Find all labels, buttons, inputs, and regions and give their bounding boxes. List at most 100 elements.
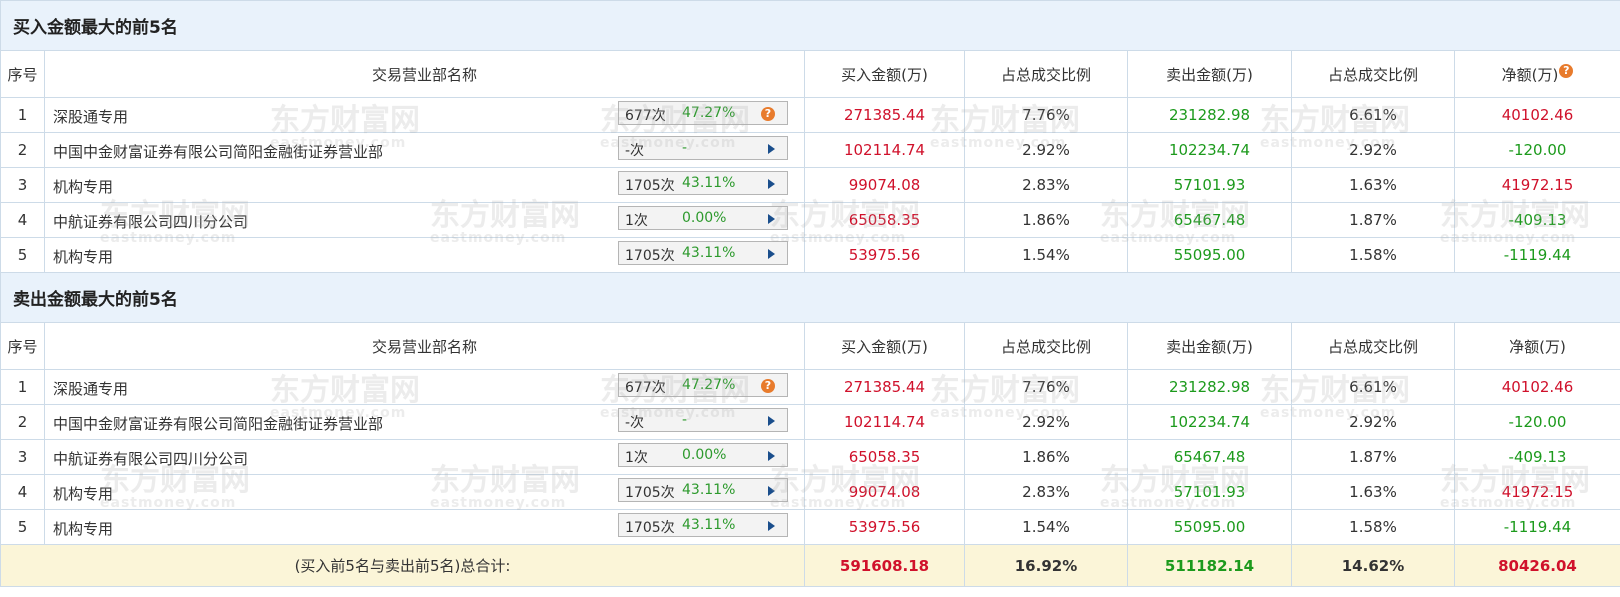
broker-stats-tag[interactable]: 1705次 43.11% [618,241,788,265]
column-header-label: 净额(万) [1509,337,1566,356]
buy-ratio: 2.92% [964,404,1128,440]
broker-name[interactable]: 机构专用 [53,483,113,504]
total-row: (买入前5名与卖出前5名)总合计: 591608.18 16.92% 511182.1… [0,544,1620,587]
broker-cell: 机构专用 1705次 43.11% [44,474,805,510]
question-icon[interactable]: ? [761,107,775,121]
column-header: 占总成交比例 [964,322,1128,370]
column-header-label: 占总成交比例 [1000,65,1091,84]
broker-win-rate: - [682,412,688,428]
broker-name[interactable]: 机构专用 [53,246,113,267]
section-header: 买入金额最大的前5名 [0,0,1620,51]
broker-stats-tag[interactable]: 1705次 43.11% [618,513,788,537]
dragon-tiger-table: 买入金额最大的前5名 序号 交易营业部名称 买入金额(万) 占总成交比例 卖出金额(万) 占… [0,0,1620,587]
sell-ratio: 6.61% [1291,369,1455,405]
broker-cell: 中航证券有限公司四川分公司 1次 0.00% [44,439,805,475]
section-header: 卖出金额最大的前5名 [0,272,1620,323]
broker-name[interactable]: 中航证券有限公司四川分公司 [53,211,248,232]
sell-ratio: 2.92% [1291,132,1455,168]
table-row: 1 深股通专用 677次 47.27%? 271385.44 7.76% 231282.98… [0,369,1620,405]
column-header-label: 净额(万) [1501,65,1559,84]
broker-name[interactable]: 深股通专用 [53,378,128,399]
arrow-right-icon[interactable] [768,144,775,154]
broker-stats-tag[interactable]: 677次 47.27%? [618,101,788,125]
sell-ratio: 1.63% [1291,167,1455,203]
broker-win-rate: 43.11% [682,245,736,261]
broker-stats-tag[interactable]: 1次 0.00% [618,206,788,230]
broker-name[interactable]: 深股通专用 [53,106,128,127]
net-amount: 41972.15 [1454,474,1620,510]
table-row: 2 中国中金财富证券有限公司简阳金融街证券营业部 -次 -102114.74 2.92%… [0,132,1620,168]
lhb-tables: 买入金额最大的前5名 序号 交易营业部名称 买入金额(万) 占总成交比例 卖出金额(万) 占… [0,0,1620,597]
buy-amount: 53975.56 [804,237,965,273]
broker-name[interactable]: 机构专用 [53,518,113,539]
broker-stats-tag[interactable]: 677次 47.27%? [618,373,788,397]
broker-win-rate: 43.11% [682,517,736,533]
broker-count: 677次 [625,108,666,124]
buy-amount: 65058.35 [804,202,965,238]
sell-amount: 231282.98 [1127,97,1292,133]
column-header-label: 卖出金额(万) [1166,65,1253,84]
broker-win-rate: 47.27% [682,377,736,393]
column-header-label: 买入金额(万) [841,65,928,84]
table-row: 5 机构专用 1705次 43.11% 53975.56 1.54% 55095.00 1.5… [0,237,1620,273]
help-icon[interactable]: ? [1559,63,1574,78]
column-header-label: 占总成交比例 [1000,337,1091,356]
net-amount: -409.13 [1454,202,1620,238]
column-header: 占总成交比例 [964,50,1128,98]
broker-count: 1705次 [625,248,675,264]
column-header-label: 占总成交比例 [1327,65,1418,84]
broker-name[interactable]: 机构专用 [53,176,113,197]
column-header-row: 序号 交易营业部名称 买入金额(万) 占总成交比例 卖出金额(万) 占总成交比例 净额(万)… [0,50,1620,98]
buy-amount: 99074.08 [804,474,965,510]
arrow-right-icon[interactable] [768,179,775,189]
column-header: 净额(万) [1454,322,1620,370]
total-sell-ratio: 14.62% [1291,544,1455,587]
section-title: 买入金额最大的前5名 [0,0,1620,51]
table-row: 2 中国中金财富证券有限公司简阳金融街证券营业部 -次 -102114.74 2.92%… [0,404,1620,440]
broker-stats-tag[interactable]: 1705次 43.11% [618,171,788,195]
broker-win-rate: 47.27% [682,105,736,121]
broker-name[interactable]: 中国中金财富证券有限公司简阳金融街证券营业部 [53,141,383,162]
net-amount: 40102.46 [1454,97,1620,133]
section-title: 卖出金额最大的前5名 [0,272,1620,323]
sell-ratio: 6.61% [1291,97,1455,133]
column-header-label: 买入金额(万) [841,337,928,356]
column-header: 净额(万)? [1454,50,1620,98]
arrow-right-icon[interactable] [768,451,775,461]
total-net: 80426.04 [1454,544,1620,587]
broker-stats-tag[interactable]: 1次 0.00% [618,443,788,467]
arrow-right-icon[interactable] [768,521,775,531]
broker-count: -次 [625,143,645,159]
sell-ratio: 1.58% [1291,237,1455,273]
broker-cell: 深股通专用 677次 47.27%? [44,369,805,405]
broker-name[interactable]: 中航证券有限公司四川分公司 [53,448,248,469]
question-icon[interactable]: ? [761,379,775,393]
buy-amount: 99074.08 [804,167,965,203]
broker-count: 1次 [625,450,648,466]
table-row: 3 中航证券有限公司四川分公司 1次 0.00% 65058.35 1.86% 65467.… [0,439,1620,475]
broker-stats-tag[interactable]: -次 - [618,136,788,160]
buy-amount: 271385.44 [804,369,965,405]
column-header-label: 序号 [7,337,38,356]
row-index: 3 [0,167,45,203]
row-index: 4 [0,202,45,238]
buy-amount: 271385.44 [804,97,965,133]
total-sell: 511182.14 [1127,544,1292,587]
column-header-label: 占总成交比例 [1327,337,1418,356]
arrow-right-icon[interactable] [768,214,775,224]
column-header: 序号 [0,50,45,98]
column-header: 序号 [0,322,45,370]
broker-name[interactable]: 中国中金财富证券有限公司简阳金融街证券营业部 [53,413,383,434]
broker-stats-tag[interactable]: 1705次 43.11% [618,478,788,502]
buy-amount: 102114.74 [804,132,965,168]
broker-win-rate: 0.00% [682,447,727,463]
broker-cell: 机构专用 1705次 43.11% [44,167,805,203]
net-amount: -120.00 [1454,404,1620,440]
sell-ratio: 1.87% [1291,439,1455,475]
net-amount: -1119.44 [1454,509,1620,545]
broker-stats-tag[interactable]: -次 - [618,408,788,432]
arrow-right-icon[interactable] [768,486,775,496]
table-row: 3 机构专用 1705次 43.11% 99074.08 2.83% 57101.93 1.6… [0,167,1620,203]
arrow-right-icon[interactable] [768,416,775,426]
arrow-right-icon[interactable] [768,249,775,259]
